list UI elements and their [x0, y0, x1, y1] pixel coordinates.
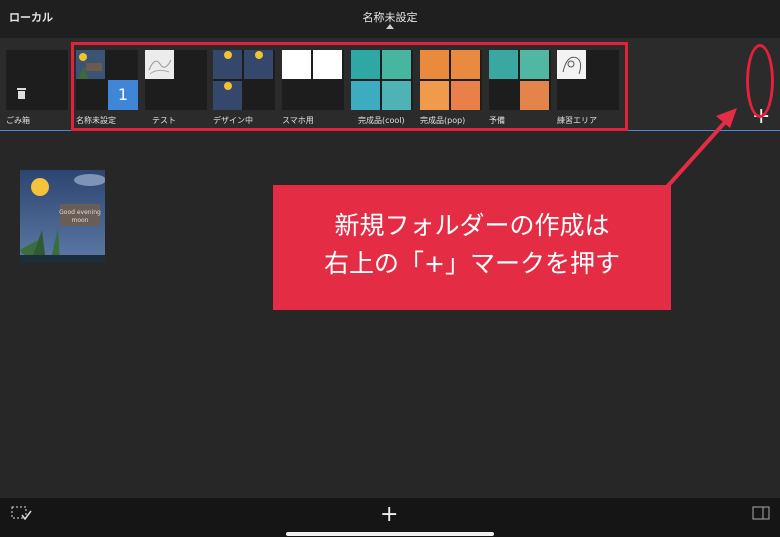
annotation-highlight-box [71, 42, 628, 131]
folder-trash[interactable] [6, 50, 68, 110]
caret-up-icon[interactable] [386, 24, 394, 29]
bottom-toolbar: + [0, 498, 780, 537]
artwork-thumbnail-good-evening[interactable]: Good evening moon [20, 170, 105, 263]
instruction-callout: 新規フォルダーの作成は 右上の「+」マークを押す [273, 185, 671, 310]
top-bar: ローカル 名称未設定 [0, 0, 780, 38]
callout-line-2: 右上の「+」マークを押す [324, 249, 620, 278]
trash-icon [17, 88, 26, 99]
select-icon[interactable] [11, 506, 33, 522]
svg-text:Good evening: Good evening [59, 209, 101, 216]
panel-toggle-icon[interactable] [752, 506, 770, 520]
page-title[interactable]: 名称未設定 [0, 9, 780, 25]
callout-line-1: 新規フォルダーの作成は [334, 211, 610, 240]
svg-text:moon: moon [72, 217, 89, 224]
add-artwork-button[interactable]: + [380, 502, 398, 527]
annotation-circle [746, 44, 774, 118]
folder-label: ごみ箱 [6, 116, 30, 125]
home-indicator [286, 532, 494, 536]
